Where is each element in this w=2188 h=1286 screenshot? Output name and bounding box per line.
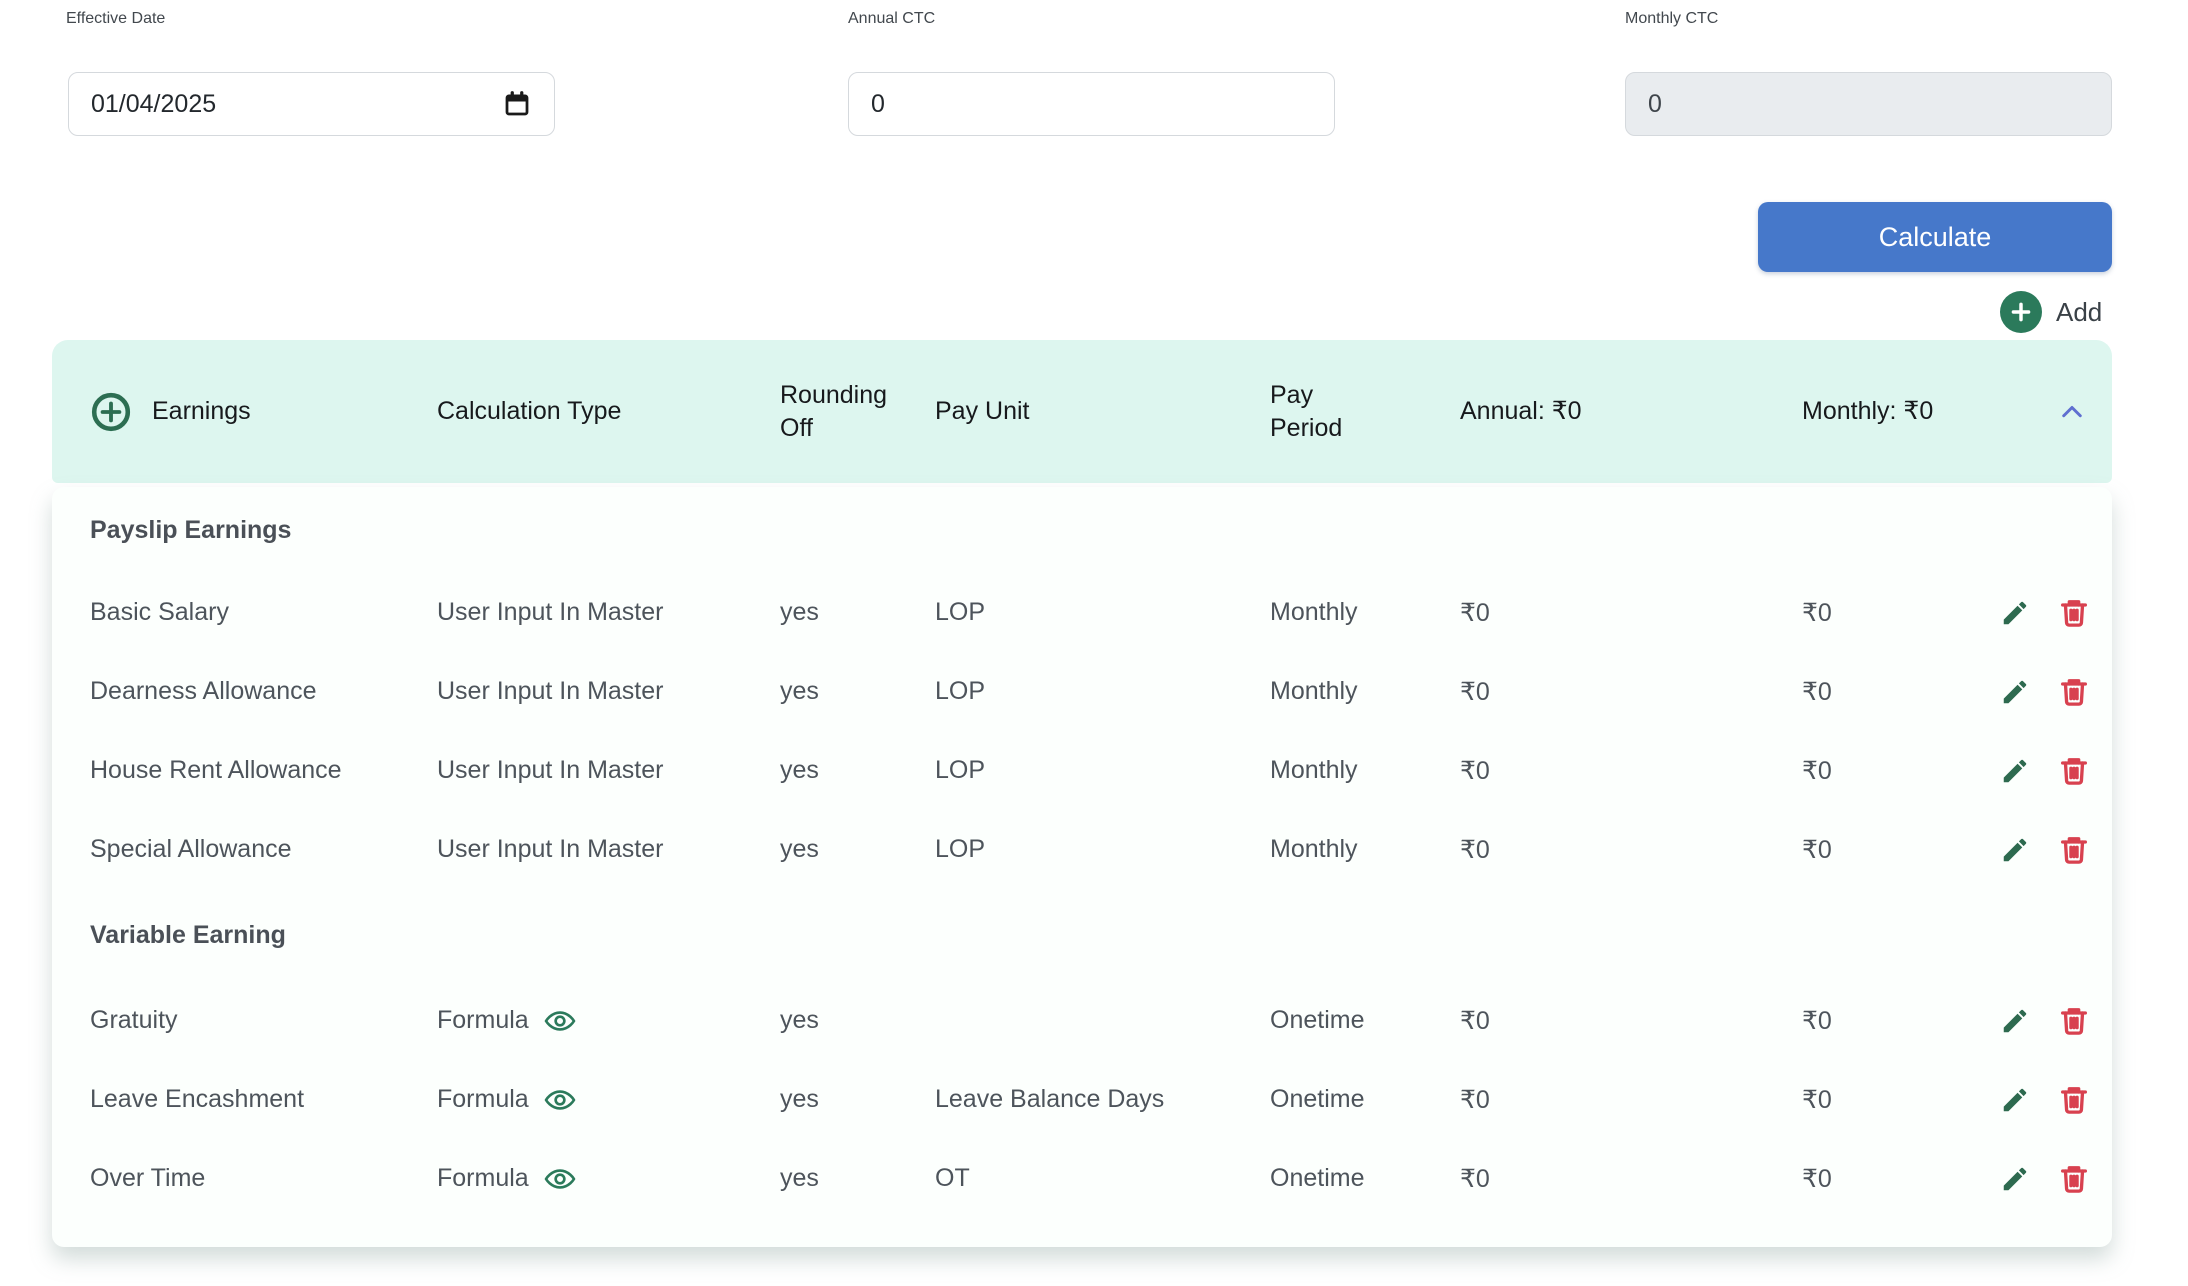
rounding-off: yes	[780, 835, 935, 864]
rounding-off: yes	[780, 756, 935, 785]
monthly-amount: ₹0	[1802, 756, 1987, 786]
header-monthly-total: Monthly: ₹0	[1802, 395, 1987, 428]
eye-icon[interactable]	[543, 1086, 577, 1114]
trash-icon[interactable]	[2058, 1163, 2090, 1195]
monthly-ctc-field	[1625, 72, 2112, 136]
pay-period: Onetime	[1270, 1085, 1460, 1114]
table-row: Basic Salary User Input In Master yes LO…	[90, 573, 2090, 652]
pencil-icon[interactable]	[2000, 1085, 2030, 1115]
annual-amount: ₹0	[1460, 1164, 1802, 1194]
trash-icon[interactable]	[2058, 834, 2090, 866]
annual-amount: ₹0	[1460, 1085, 1802, 1115]
earning-name: Dearness Allowance	[90, 677, 437, 706]
trash-icon[interactable]	[2058, 676, 2090, 708]
monthly-amount: ₹0	[1802, 1085, 1987, 1115]
monthly-ctc-input	[1648, 90, 2089, 119]
annual-ctc-input[interactable]	[871, 90, 1312, 119]
table-row: House Rent Allowance User Input In Maste…	[90, 731, 2090, 810]
rounding-off: yes	[780, 598, 935, 627]
header-earnings: Earnings	[152, 395, 251, 428]
pay-unit: OT	[935, 1164, 1270, 1193]
monthly-amount: ₹0	[1802, 1164, 1987, 1194]
pay-period: Onetime	[1270, 1006, 1460, 1035]
pay-unit: Leave Balance Days	[935, 1085, 1270, 1114]
trash-icon[interactable]	[2058, 755, 2090, 787]
earning-name: Gratuity	[90, 1006, 437, 1035]
add-circle-icon[interactable]	[2000, 291, 2042, 333]
calculation-type: Formula	[437, 1164, 529, 1193]
pencil-icon[interactable]	[2000, 598, 2030, 628]
monthly-ctc-label: Monthly CTC	[1625, 10, 1718, 28]
calculation-type: Formula	[437, 1085, 529, 1114]
header-rounding-off: Rounding Off	[780, 379, 915, 444]
rounding-off: yes	[780, 1164, 935, 1193]
calculation-type: User Input In Master	[437, 598, 663, 627]
monthly-amount: ₹0	[1802, 835, 1987, 865]
annual-amount: ₹0	[1460, 756, 1802, 786]
header-pay-period: Pay Period	[1270, 379, 1365, 444]
calculation-type: Formula	[437, 1006, 529, 1035]
section-title-payslip-earnings: Payslip Earnings	[90, 487, 2090, 573]
earning-name: Basic Salary	[90, 598, 437, 627]
annual-amount: ₹0	[1460, 1006, 1802, 1036]
earnings-table-body: Payslip Earnings Basic Salary User Input…	[52, 487, 2112, 1247]
annual-ctc-label: Annual CTC	[848, 10, 935, 28]
header-pay-unit: Pay Unit	[935, 395, 1270, 428]
pay-period: Monthly	[1270, 835, 1460, 864]
pay-period: Monthly	[1270, 598, 1460, 627]
section-title-variable-earning: Variable Earning	[90, 889, 2090, 981]
table-row: Over Time Formula yes OT Onetime ₹0 ₹0	[90, 1139, 2090, 1218]
trash-icon[interactable]	[2058, 597, 2090, 629]
add-button[interactable]: Add	[2000, 291, 2102, 333]
pencil-icon[interactable]	[2000, 756, 2030, 786]
rounding-off: yes	[780, 677, 935, 706]
trash-icon[interactable]	[2058, 1084, 2090, 1116]
pay-period: Monthly	[1270, 677, 1460, 706]
pencil-icon[interactable]	[2000, 1164, 2030, 1194]
annual-amount: ₹0	[1460, 598, 1802, 628]
chevron-up-icon[interactable]	[2054, 394, 2090, 430]
plus-circle-icon[interactable]	[90, 391, 132, 433]
pencil-icon[interactable]	[2000, 835, 2030, 865]
pay-unit: LOP	[935, 677, 1270, 706]
table-row: Gratuity Formula yes Onetime ₹0 ₹0	[90, 981, 2090, 1060]
calculation-type: User Input In Master	[437, 756, 663, 785]
table-row: Leave Encashment Formula yes Leave Balan…	[90, 1060, 2090, 1139]
calculation-type: User Input In Master	[437, 677, 663, 706]
effective-date-input[interactable]: 01/04/2025	[68, 72, 555, 136]
earning-name: Over Time	[90, 1164, 437, 1193]
annual-ctc-field	[848, 72, 1335, 136]
earning-name: Leave Encashment	[90, 1085, 437, 1114]
earning-name: House Rent Allowance	[90, 756, 437, 785]
effective-date-value: 01/04/2025	[91, 90, 216, 119]
pencil-icon[interactable]	[2000, 677, 2030, 707]
table-row: Special Allowance User Input In Master y…	[90, 810, 2090, 889]
annual-amount: ₹0	[1460, 677, 1802, 707]
monthly-amount: ₹0	[1802, 677, 1987, 707]
pay-period: Monthly	[1270, 756, 1460, 785]
eye-icon[interactable]	[543, 1007, 577, 1035]
rounding-off: yes	[780, 1085, 935, 1114]
monthly-amount: ₹0	[1802, 1006, 1987, 1036]
calculate-button[interactable]: Calculate	[1758, 202, 2112, 272]
table-row: Dearness Allowance User Input In Master …	[90, 652, 2090, 731]
add-button-label: Add	[2056, 297, 2102, 328]
pay-unit: LOP	[935, 756, 1270, 785]
pencil-icon[interactable]	[2000, 1006, 2030, 1036]
pay-unit: LOP	[935, 835, 1270, 864]
rounding-off: yes	[780, 1006, 935, 1035]
earnings-table-header: Earnings Calculation Type Rounding Off P…	[52, 340, 2112, 483]
eye-icon[interactable]	[543, 1165, 577, 1193]
header-calculation-type: Calculation Type	[437, 395, 780, 428]
effective-date-label: Effective Date	[66, 10, 165, 28]
calculation-type: User Input In Master	[437, 835, 663, 864]
trash-icon[interactable]	[2058, 1005, 2090, 1037]
pay-unit: LOP	[935, 598, 1270, 627]
earning-name: Special Allowance	[90, 835, 437, 864]
header-annual-total: Annual: ₹0	[1460, 395, 1802, 428]
pay-period: Onetime	[1270, 1164, 1460, 1193]
annual-amount: ₹0	[1460, 835, 1802, 865]
monthly-amount: ₹0	[1802, 598, 1987, 628]
calendar-icon[interactable]	[502, 89, 532, 119]
